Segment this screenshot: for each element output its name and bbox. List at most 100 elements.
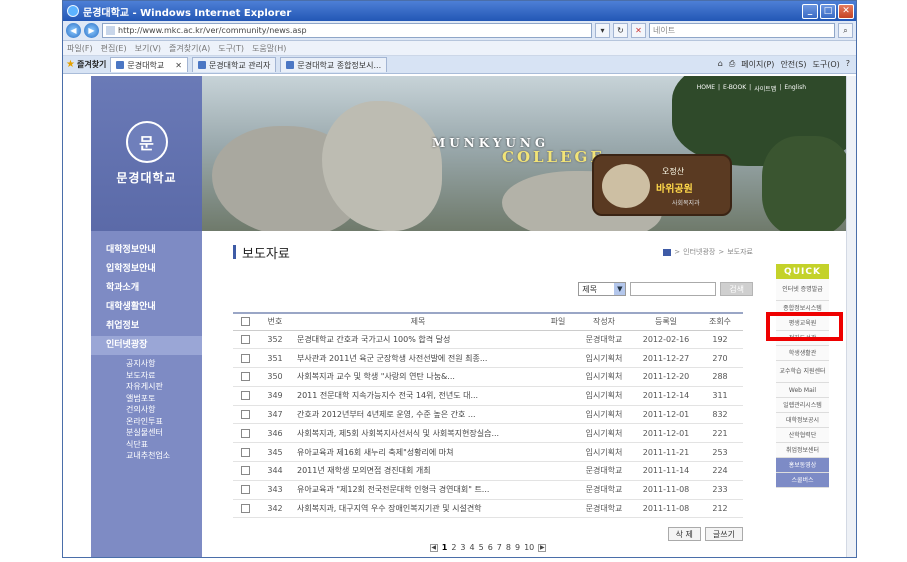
page-6[interactable]: 6	[488, 543, 493, 552]
subnav-lost-found[interactable]: 분실물센터	[126, 427, 202, 439]
row-checkbox[interactable]	[240, 410, 250, 420]
help-icon[interactable]: ?	[846, 59, 850, 70]
table-row[interactable]: 351 부사관과 2011년 육군 군장학생 사전선발에 전원 최종... 입시기획…	[233, 349, 743, 368]
forward-button[interactable]: ▶	[84, 23, 99, 38]
quick-certificate[interactable]: 인터넷 증명발급	[776, 279, 829, 301]
row-title-link[interactable]: 2011년 재학생 모의면접 경진대회 개최	[293, 462, 543, 481]
table-row[interactable]: 347 간호과 2012년부터 4년제로 운영, 수준 높은 간호 ... 입시기획…	[233, 405, 743, 424]
favorites-button[interactable]: ★ 즐겨찾기	[66, 59, 106, 70]
home-link[interactable]: HOME	[697, 84, 715, 93]
page-9[interactable]: 9	[515, 543, 520, 552]
row-checkbox[interactable]	[240, 372, 250, 382]
breadcrumb-plaza[interactable]: 인터넷광장	[683, 247, 715, 257]
search-icon[interactable]: ⌕	[838, 23, 853, 38]
menu-favorites[interactable]: 즐겨찾기(A)	[169, 43, 210, 54]
row-title-link[interactable]: 부사관과 2011년 육군 군장학생 사전선발에 전원 최종...	[293, 349, 543, 368]
write-button[interactable]: 글쓰기	[704, 527, 743, 542]
subnav-press[interactable]: 보도자료	[126, 370, 202, 382]
nav-departments[interactable]: 학과소개	[106, 279, 202, 298]
page-3[interactable]: 3	[460, 543, 465, 552]
cmd-tools[interactable]: 도구(O)	[812, 59, 839, 70]
close-button[interactable]: ✕	[838, 3, 854, 19]
stop-icon[interactable]: ✕	[631, 23, 646, 38]
quick-dormitory[interactable]: 학생생활관	[776, 346, 829, 361]
row-checkbox[interactable]	[240, 428, 250, 438]
table-row[interactable]: 343 유아교육과 "제12회 전국전문대학 인형극 경연대회" 트... 문경대학…	[233, 480, 743, 500]
table-row[interactable]: 346 사회복지과, 제5회 사회복지사선서식 및 사회복지현장실습... 입시기획…	[233, 424, 743, 443]
table-row[interactable]: 342 사회복지과, 대구지역 우수 장애인복지기관 및 시설견학 문경대학교 201…	[233, 499, 743, 518]
menu-view[interactable]: 보기(V)	[135, 43, 161, 54]
nav-college-info[interactable]: 대학정보안내	[106, 241, 202, 260]
print-icon[interactable]: ⎙	[729, 59, 735, 70]
row-title-link[interactable]: 사회복지과 교수 및 학생 "사랑의 연탄 나눔&...	[293, 368, 543, 387]
page-8[interactable]: 8	[506, 543, 511, 552]
page-scrollbar[interactable]	[846, 76, 856, 557]
page-7[interactable]: 7	[497, 543, 502, 552]
subnav-free-board[interactable]: 자유게시판	[126, 381, 202, 393]
minimize-button[interactable]: _	[802, 3, 818, 19]
nav-internet-plaza[interactable]: 인터넷광장	[91, 336, 202, 355]
url-dropdown-button[interactable]: ▾	[595, 23, 610, 38]
quick-industry[interactable]: 산학협력단	[776, 428, 829, 443]
quick-school-bus[interactable]: 스쿨버스	[776, 473, 829, 488]
row-checkbox[interactable]	[240, 447, 250, 457]
table-row[interactable]: 345 유아교육과 제16회 새누리 축제"성황리에 마쳐 입시기획처 2011-11…	[233, 443, 743, 462]
cmd-page[interactable]: 페이지(P)	[741, 59, 774, 70]
quick-promo-video[interactable]: 홍보동영상	[776, 458, 829, 473]
row-checkbox[interactable]	[240, 353, 250, 363]
row-title-link[interactable]: 사회복지과, 대구지역 우수 장애인복지기관 및 시설견학	[293, 499, 543, 518]
page-1[interactable]: 1	[442, 543, 448, 552]
quick-disclosure[interactable]: 대학정보공시	[776, 413, 829, 428]
page-4[interactable]: 4	[470, 543, 475, 552]
page-5[interactable]: 5	[479, 543, 484, 552]
tab-close-icon[interactable]: ✕	[175, 61, 182, 70]
subnav-album[interactable]: 앨범포토	[126, 393, 202, 405]
maximize-button[interactable]: □	[820, 3, 836, 19]
menu-edit[interactable]: 편집(E)	[101, 43, 127, 54]
row-title-link[interactable]: 2011 전문대학 지속가능지수 전국 14위, 전년도 대...	[293, 386, 543, 405]
row-checkbox[interactable]	[240, 391, 250, 401]
table-row[interactable]: 350 사회복지과 교수 및 학생 "사랑의 연탄 나눔&... 입시기획처 2011…	[233, 368, 743, 387]
subnav-recommended-shops[interactable]: 교내추천업소	[126, 450, 202, 462]
next-page-icon[interactable]: ▶	[538, 543, 547, 552]
row-title-link[interactable]: 유아교육과 제16회 새누리 축제"성황리에 마쳐	[293, 443, 543, 462]
quick-webmail[interactable]: Web Mail	[776, 383, 829, 398]
subnav-suggestions[interactable]: 건의사항	[126, 404, 202, 416]
row-checkbox[interactable]	[240, 466, 250, 476]
row-checkbox[interactable]	[240, 334, 250, 344]
url-input[interactable]: http://www.mkc.ac.kr/ver/community/news.…	[102, 23, 592, 38]
row-title-link[interactable]: 간호과 2012년부터 4년제로 운영, 수준 높은 간호 ...	[293, 405, 543, 424]
menu-tools[interactable]: 도구(T)	[218, 43, 244, 54]
logo[interactable]: 문 문경대학교	[91, 76, 202, 231]
search-button[interactable]: 검색	[720, 282, 753, 296]
search-field-select[interactable]: 제목 ▼	[578, 282, 627, 296]
table-row[interactable]: 352 문경대학교 간호과 국가고시 100% 합격 달성 문경대학교 2012-02…	[233, 330, 743, 349]
page-10[interactable]: 10	[524, 543, 534, 552]
row-title-link[interactable]: 문경대학교 간호과 국가고시 100% 합격 달성	[293, 330, 543, 349]
subnav-menu[interactable]: 식단표	[126, 439, 202, 451]
tab-mkc-portal[interactable]: 문경대학교 종합정보시...	[280, 57, 388, 72]
tab-mkc-admin[interactable]: 문경대학교 관리자	[191, 57, 277, 72]
home-icon[interactable]: ⌂	[718, 59, 723, 70]
menu-file[interactable]: 파일(F)	[67, 43, 93, 54]
cmd-safety[interactable]: 안전(S)	[780, 59, 806, 70]
subnav-notice[interactable]: 공지사항	[126, 358, 202, 370]
prev-page-icon[interactable]: ◀	[429, 543, 438, 552]
delete-button[interactable]: 삭 제	[667, 527, 701, 542]
board-search-input[interactable]	[630, 282, 717, 296]
select-all-checkbox[interactable]	[240, 317, 250, 327]
row-checkbox[interactable]	[240, 504, 250, 514]
nav-admission[interactable]: 입학정보안내	[106, 260, 202, 279]
quick-job-center[interactable]: 취업정보센터	[776, 443, 829, 458]
row-checkbox[interactable]	[240, 485, 250, 495]
page-2[interactable]: 2	[451, 543, 456, 552]
quick-ilep-system[interactable]: 일렙관리시스템	[776, 398, 829, 413]
table-row[interactable]: 344 2011년 재학생 모의면접 경진대회 개최 문경대학교 2011-11-14…	[233, 462, 743, 481]
table-row[interactable]: 349 2011 전문대학 지속가능지수 전국 14위, 전년도 대... 입시기획…	[233, 386, 743, 406]
row-title-link[interactable]: 사회복지과, 제5회 사회복지사선서식 및 사회복지현장실습...	[293, 424, 543, 443]
menu-help[interactable]: 도움말(H)	[252, 43, 286, 54]
row-title-link[interactable]: 유아교육과 "제12회 전국전문대학 인형극 경연대회" 트...	[293, 480, 543, 499]
ebook-link[interactable]: E-BOOK	[723, 84, 746, 93]
nav-campus-life[interactable]: 대학생활안내	[106, 298, 202, 317]
quick-teaching-center[interactable]: 교수학습 지원센터	[776, 361, 829, 383]
